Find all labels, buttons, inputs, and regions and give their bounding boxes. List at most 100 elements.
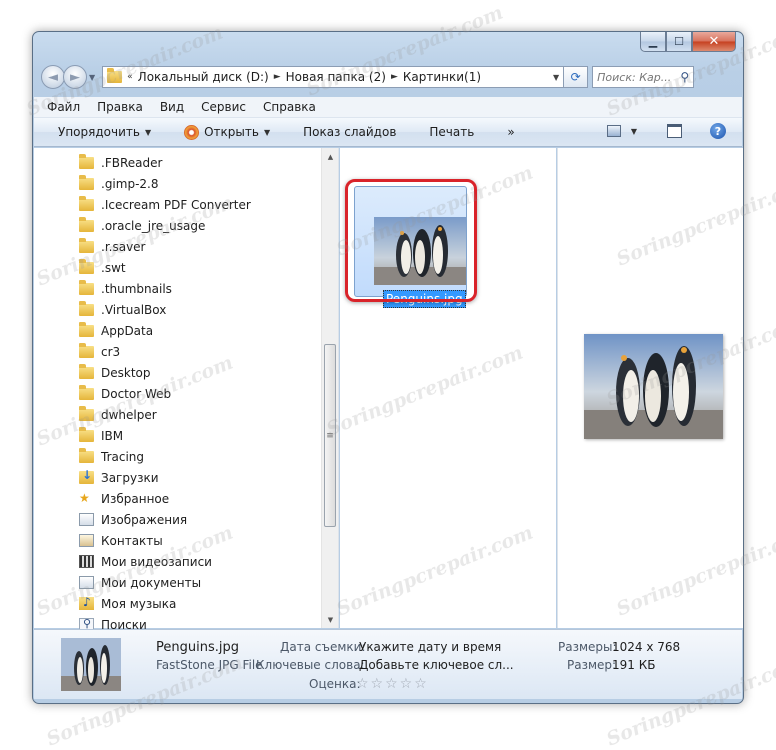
size-value: 191 КБ — [612, 658, 656, 672]
view-dropdown-icon[interactable]: ▼ — [631, 127, 637, 136]
details-file-name: Penguins.jpg — [156, 640, 239, 655]
command-bar: Упорядочить ▼ Открыть ▼ Показ слайдов Пе… — [34, 118, 742, 147]
penguins-preview-image — [584, 334, 723, 439]
preview-pane-toggle-icon[interactable] — [667, 124, 682, 138]
rating-label: Оценка: — [309, 677, 361, 691]
tree-item-label: Desktop — [101, 365, 151, 380]
search-input[interactable]: Поиск: Кар... ⚲ — [592, 66, 695, 88]
videos-icon — [79, 555, 94, 568]
contacts-icon — [79, 534, 94, 547]
organize-button[interactable]: Упорядочить ▼ — [58, 125, 151, 139]
tree-item[interactable]: dwhelper — [79, 404, 251, 425]
more-commands-button[interactable]: » — [507, 125, 514, 139]
folder-icon — [79, 384, 94, 400]
folder-icon — [79, 342, 94, 358]
tree-item-label: Мои видеозаписи — [101, 554, 212, 569]
rating-stars[interactable]: ☆☆☆☆☆ — [356, 676, 429, 692]
details-pane: Penguins.jpg FastStone JPG File Дата съе… — [34, 629, 742, 699]
forward-arrow-icon: ► — [70, 69, 80, 85]
favorites-icon: ★ — [79, 491, 90, 505]
tree-item[interactable]: .r.saver — [79, 236, 251, 257]
help-icon[interactable]: ? — [710, 123, 726, 139]
tree-item-label: dwhelper — [101, 407, 157, 422]
menu-bar: Файл Правка Вид Сервис Справка — [34, 97, 742, 118]
tree-item[interactable]: .thumbnails — [79, 278, 251, 299]
tree-item-label: IBM — [101, 428, 124, 443]
tree-item[interactable]: Doctor Web — [79, 383, 251, 404]
tree-item[interactable]: Контакты — [79, 530, 251, 551]
back-button[interactable]: ◄ — [41, 65, 65, 89]
tree-item[interactable]: .oracle_jre_usage — [79, 215, 251, 236]
tree-item[interactable]: .VirtualBox — [79, 299, 251, 320]
open-with-app-icon — [184, 124, 200, 140]
tree-item[interactable]: .FBReader — [79, 152, 251, 173]
tree-item[interactable]: .swt — [79, 257, 251, 278]
tree-item[interactable]: Мои документы — [79, 572, 251, 593]
details-thumbnail — [61, 638, 121, 691]
menu-help[interactable]: Справка — [263, 100, 316, 114]
tree-item-label: Изображения — [101, 512, 188, 527]
scroll-thumb[interactable]: ≡ — [324, 344, 336, 527]
menu-edit[interactable]: Правка — [97, 100, 143, 114]
tree-item[interactable]: IBM — [79, 425, 251, 446]
tree-item[interactable]: Моя музыка — [79, 593, 251, 614]
breadcrumb-new-folder[interactable]: Новая папка (2) — [286, 70, 386, 84]
dropdown-arrow-icon: ▼ — [144, 127, 152, 137]
refresh-button[interactable]: ⟳ — [564, 66, 589, 88]
breadcrumb-pictures[interactable]: Картинки(1) — [403, 70, 481, 84]
breadcrumb-separator[interactable]: ► — [391, 72, 398, 82]
tree-item[interactable]: cr3 — [79, 341, 251, 362]
scroll-up-arrow[interactable]: ▲ — [322, 148, 339, 165]
address-bar[interactable]: « Локальный диск (D:) ► Новая папка (2) … — [102, 66, 565, 88]
folder-icon — [79, 195, 94, 211]
tree-item[interactable]: Загрузки — [79, 467, 251, 488]
change-view-icon[interactable] — [606, 125, 621, 137]
minimize-button[interactable]: ▁ — [640, 32, 666, 52]
maximize-button[interactable]: ☐ — [666, 32, 692, 52]
tree-item[interactable]: .Icecream PDF Converter — [79, 194, 251, 215]
menu-tools[interactable]: Сервис — [201, 100, 246, 114]
date-taken-value[interactable]: Укажите дату и время — [359, 640, 501, 654]
tree-item-label: AppData — [101, 323, 154, 338]
tree-item[interactable]: ★ Избранное — [79, 488, 251, 509]
search-icon[interactable]: ⚲ — [680, 70, 689, 84]
tree-item[interactable]: Изображения — [79, 509, 251, 530]
tree-item-label: .FBReader — [101, 155, 163, 170]
open-button[interactable]: Открыть ▼ — [184, 124, 270, 140]
tree-item-label: Загрузки — [101, 470, 159, 485]
tree-item[interactable]: Мои видеозаписи — [79, 551, 251, 572]
keywords-value[interactable]: Добавьте ключевое сл... — [359, 658, 514, 672]
back-arrow-icon: ◄ — [48, 69, 58, 85]
menu-view[interactable]: Вид — [160, 100, 184, 114]
crumb-root-chevron[interactable]: « — [127, 72, 133, 82]
breadcrumb-separator[interactable]: ► — [274, 72, 281, 82]
folder-icon — [79, 153, 94, 169]
dropdown-arrow-icon[interactable]: ▼ — [264, 128, 270, 137]
tree-item[interactable]: .gimp-2.8 — [79, 173, 251, 194]
slideshow-button[interactable]: Показ слайдов — [303, 125, 396, 139]
navigation-row: ◄ ► ▼ « Локальный диск (D:) ► Новая папк… — [41, 64, 735, 90]
explorer-window: ▁ ☐ ✕ ◄ ► ▼ « Локальный диск (D:) ► Нова… — [32, 31, 744, 704]
menu-file[interactable]: Файл — [47, 100, 80, 114]
tree-item-label: Моя музыка — [101, 596, 177, 611]
dimensions-label: Размеры: — [558, 640, 617, 654]
tree-item-label: .thumbnails — [101, 281, 172, 296]
print-button[interactable]: Печать — [429, 125, 474, 139]
tree-item[interactable]: AppData — [79, 320, 251, 341]
navigation-scrollbar[interactable]: ▲ ≡ ▼ — [321, 148, 338, 628]
tree-item[interactable]: Desktop — [79, 362, 251, 383]
close-button[interactable]: ✕ — [692, 32, 736, 52]
documents-icon — [79, 576, 94, 589]
folder-icon — [79, 426, 94, 442]
scroll-down-arrow[interactable]: ▼ — [322, 611, 339, 628]
tree-item-label: .oracle_jre_usage — [101, 218, 206, 233]
dimensions-value: 1024 x 768 — [612, 640, 681, 654]
breadcrumb-drive[interactable]: Локальный диск (D:) — [138, 70, 269, 84]
forward-button[interactable]: ► — [63, 65, 87, 89]
tree-item-label: .gimp-2.8 — [101, 176, 159, 191]
address-dropdown-icon[interactable]: ▼ — [553, 73, 559, 82]
size-label: Размер: — [567, 658, 617, 672]
tree-item[interactable]: Tracing — [79, 446, 251, 467]
recent-pages-button[interactable]: ▼ — [89, 73, 95, 82]
tree-item-label: Избранное — [101, 491, 170, 506]
